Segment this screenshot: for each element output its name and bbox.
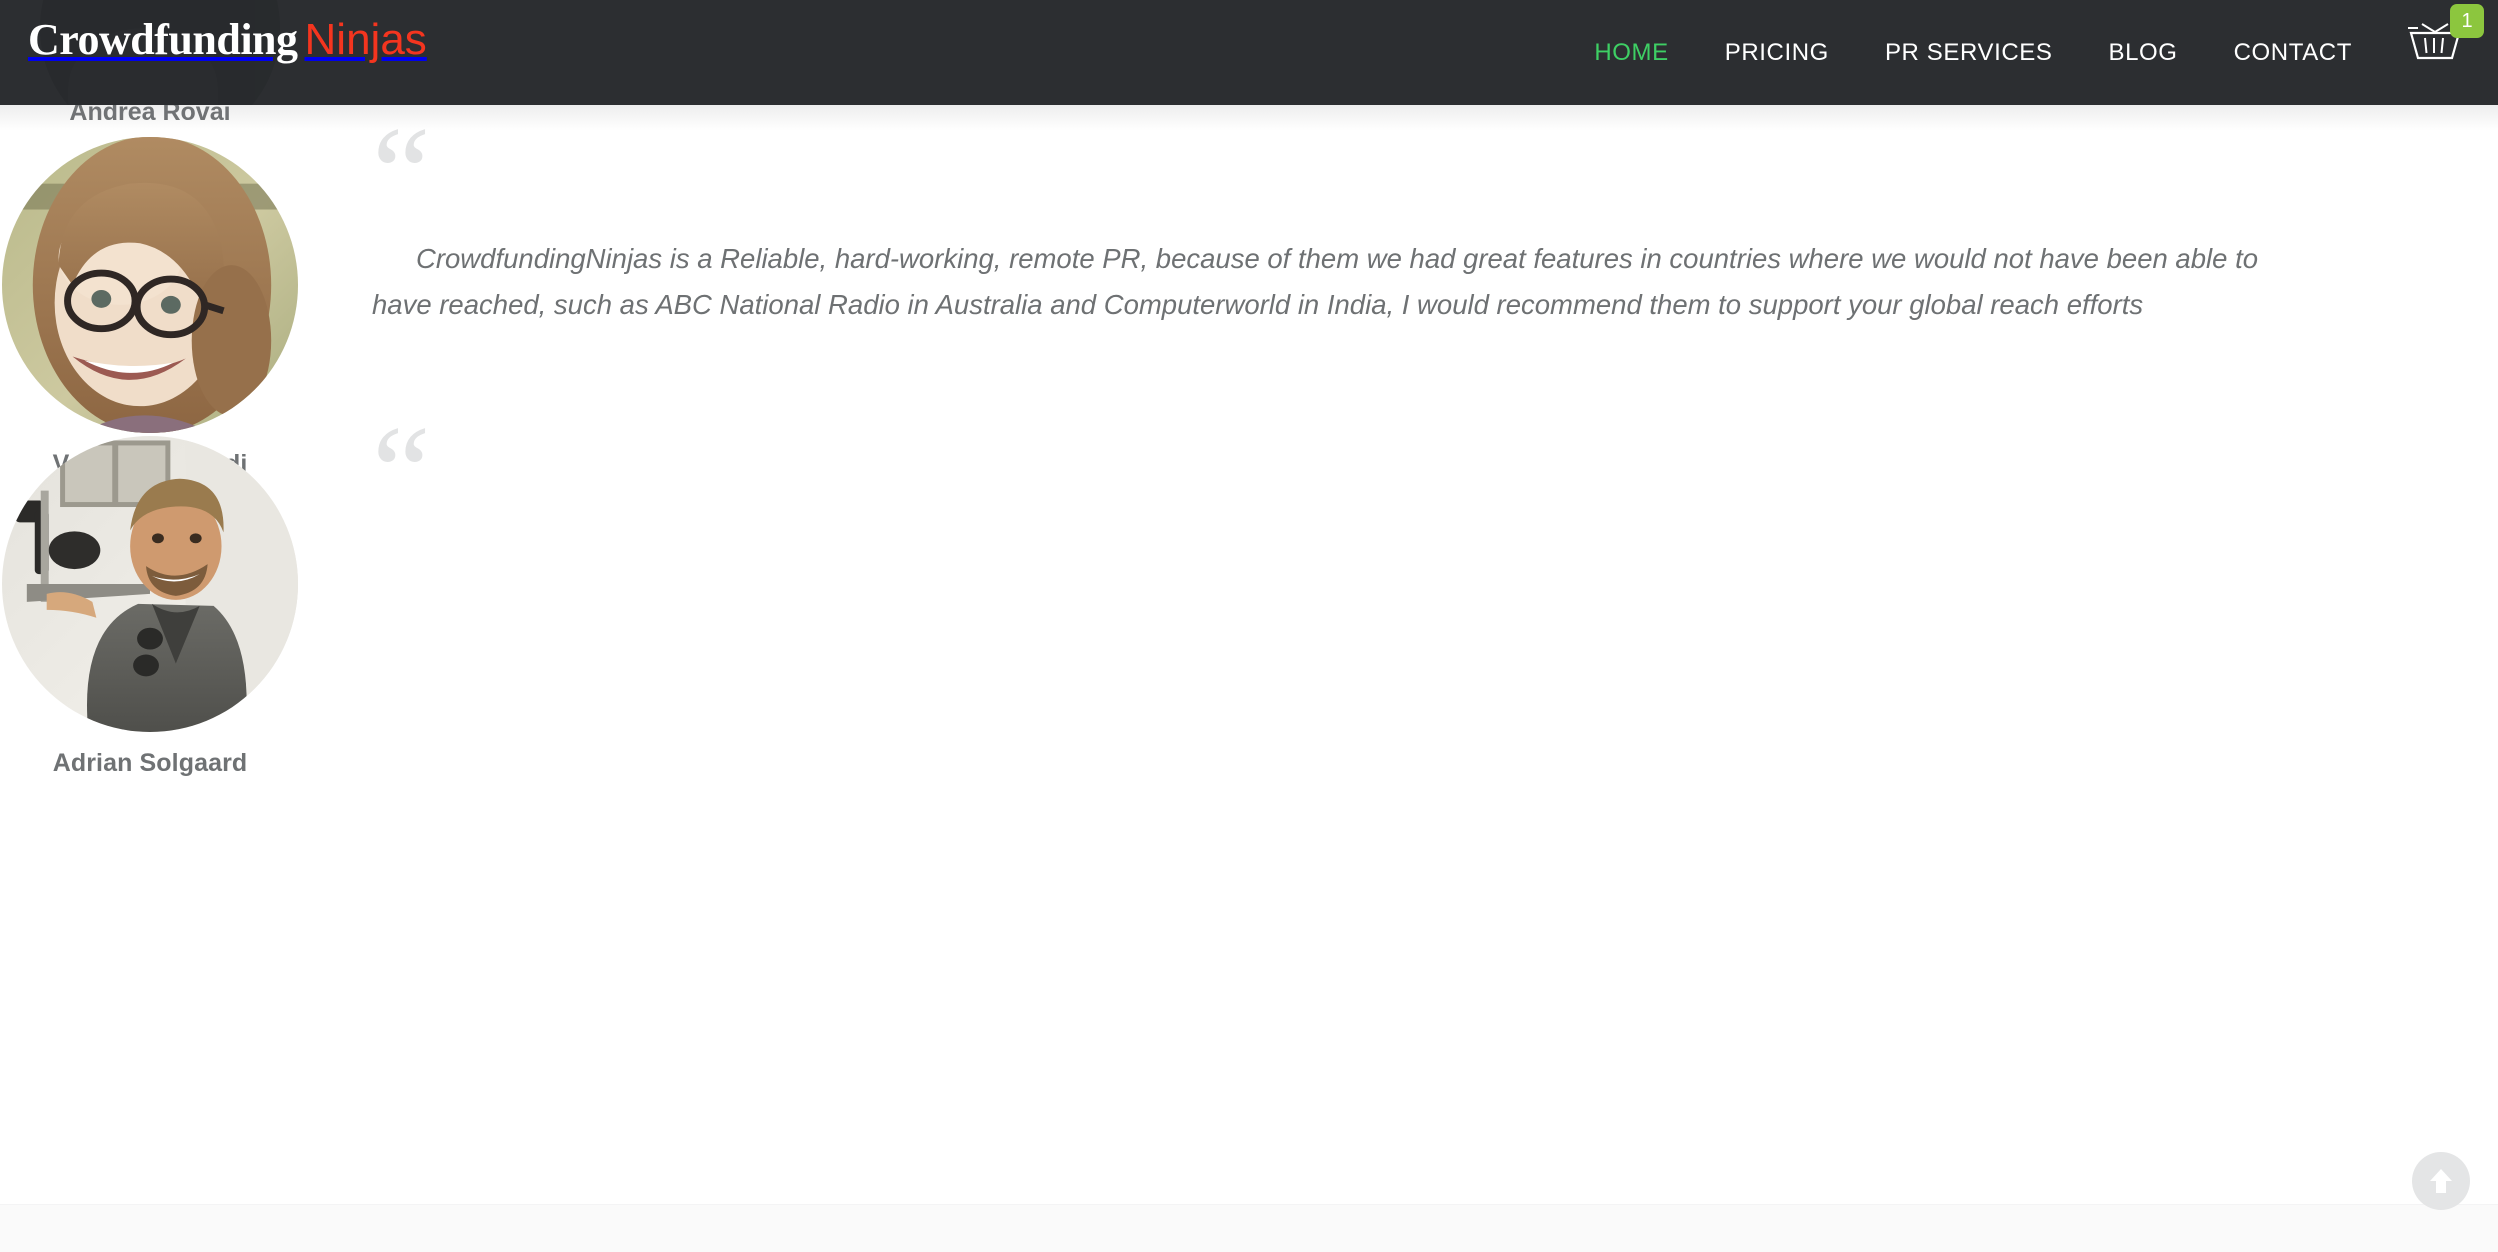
testimonial-name: Adrian Solgaard xyxy=(52,749,248,777)
site-header: Crowdfunding Ninjas HOME PRICING PR SERVI… xyxy=(0,0,2498,105)
quote-open-icon: “ xyxy=(372,99,431,246)
testimonial-quote-text: CrowdfundingNinjas is a Reliable, hard-w… xyxy=(372,243,2259,320)
nav-item-contact[interactable]: CONTACT xyxy=(2206,0,2380,105)
testimonial-body: “ CrowdfundingNinjas is a Reliable, hard… xyxy=(372,99,2352,328)
quote-open-icon: “ xyxy=(372,398,431,545)
arrow-up-icon xyxy=(2430,1169,2452,1193)
nav-item-blog[interactable]: BLOG xyxy=(2080,0,2205,105)
main-navigation: HOME PRICING PR SERVICES BLOG CONTACT xyxy=(1566,0,2380,105)
nav-item-pr-services[interactable]: PR SERVICES xyxy=(1857,0,2081,105)
adrian-solgaard-avatar xyxy=(1,435,299,733)
cart-button[interactable]: 1 xyxy=(2392,4,2484,64)
nav-item-pricing[interactable]: PRICING xyxy=(1697,0,1857,105)
cart-count-badge: 1 xyxy=(2450,4,2484,38)
testimonial-media: Adrian Solgaard xyxy=(0,435,300,786)
logo-main-text: Crowdfunding xyxy=(28,15,298,64)
nav-item-home[interactable]: HOME xyxy=(1566,0,1696,105)
site-logo[interactable]: Crowdfunding Ninjas xyxy=(28,14,427,66)
logo-accent-text: Ninjas xyxy=(304,15,427,64)
footer-top-edge xyxy=(0,1204,2498,1252)
valeria-leonardi-avatar xyxy=(1,136,299,434)
scroll-to-top-button[interactable] xyxy=(2412,1152,2470,1210)
testimonial-body: “ xyxy=(372,398,2352,545)
